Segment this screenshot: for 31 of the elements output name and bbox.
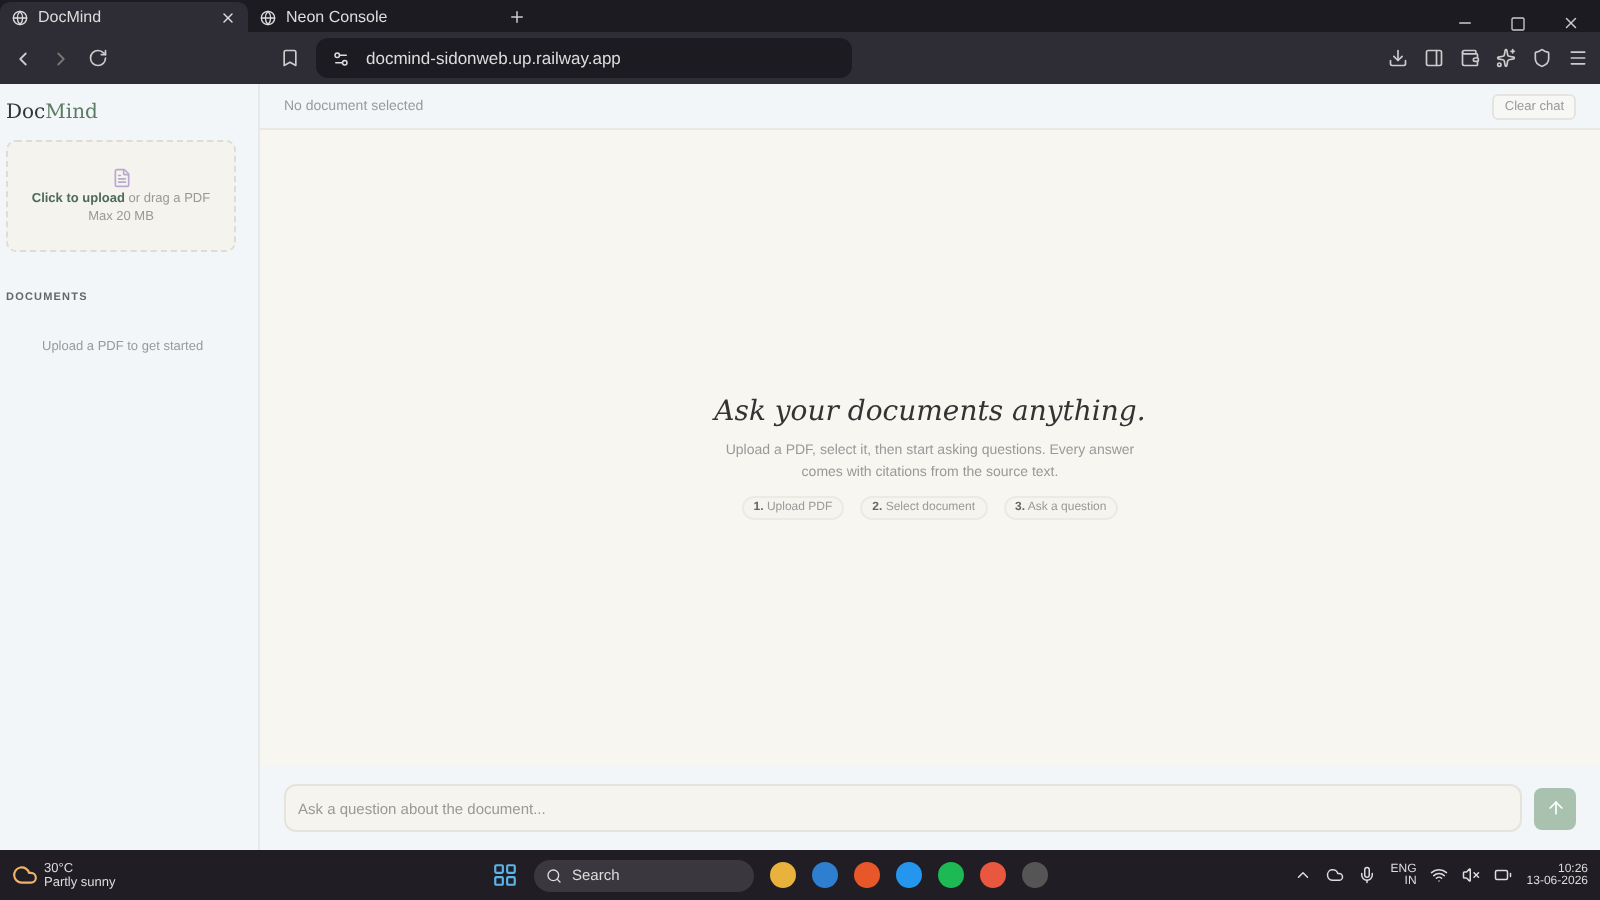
start-icon[interactable] bbox=[492, 862, 518, 888]
battery-icon[interactable] bbox=[1494, 866, 1513, 884]
wifi-icon[interactable] bbox=[1430, 866, 1449, 884]
globe-icon bbox=[12, 9, 28, 25]
mute-icon[interactable] bbox=[1462, 866, 1481, 884]
bookmark-icon[interactable] bbox=[280, 48, 300, 68]
reload-icon[interactable] bbox=[88, 48, 108, 68]
sidebar-icon[interactable] bbox=[1424, 48, 1444, 68]
arrow-up-icon bbox=[1545, 798, 1565, 818]
welcome-title: Ask your documents anything. bbox=[714, 396, 1146, 428]
sparkle-icon[interactable] bbox=[1496, 48, 1516, 68]
search-icon bbox=[546, 867, 562, 883]
new-tab-icon[interactable] bbox=[508, 8, 526, 26]
app-logo: DocMind bbox=[6, 102, 98, 124]
browser-tab[interactable]: Neon Console bbox=[248, 2, 496, 32]
menu-icon[interactable] bbox=[1568, 48, 1588, 68]
microphone-icon[interactable] bbox=[1358, 866, 1377, 884]
file-icon bbox=[111, 168, 131, 188]
close-icon[interactable] bbox=[1562, 14, 1580, 32]
maximize-icon[interactable] bbox=[1510, 16, 1526, 32]
cloud-icon[interactable] bbox=[1326, 866, 1345, 884]
address-bar[interactable]: docmind-sidonweb.up.railway.app bbox=[316, 38, 852, 78]
shield-icon[interactable] bbox=[1532, 48, 1552, 68]
download-icon[interactable] bbox=[1388, 48, 1408, 68]
wallet-icon[interactable] bbox=[1460, 48, 1480, 68]
close-icon[interactable] bbox=[220, 9, 236, 25]
weather-icon bbox=[12, 862, 38, 888]
tune-icon[interactable] bbox=[332, 49, 350, 67]
chevron-up-icon[interactable] bbox=[1294, 866, 1313, 884]
globe-icon bbox=[260, 9, 276, 25]
browser-tab[interactable]: DocMind bbox=[0, 2, 248, 32]
